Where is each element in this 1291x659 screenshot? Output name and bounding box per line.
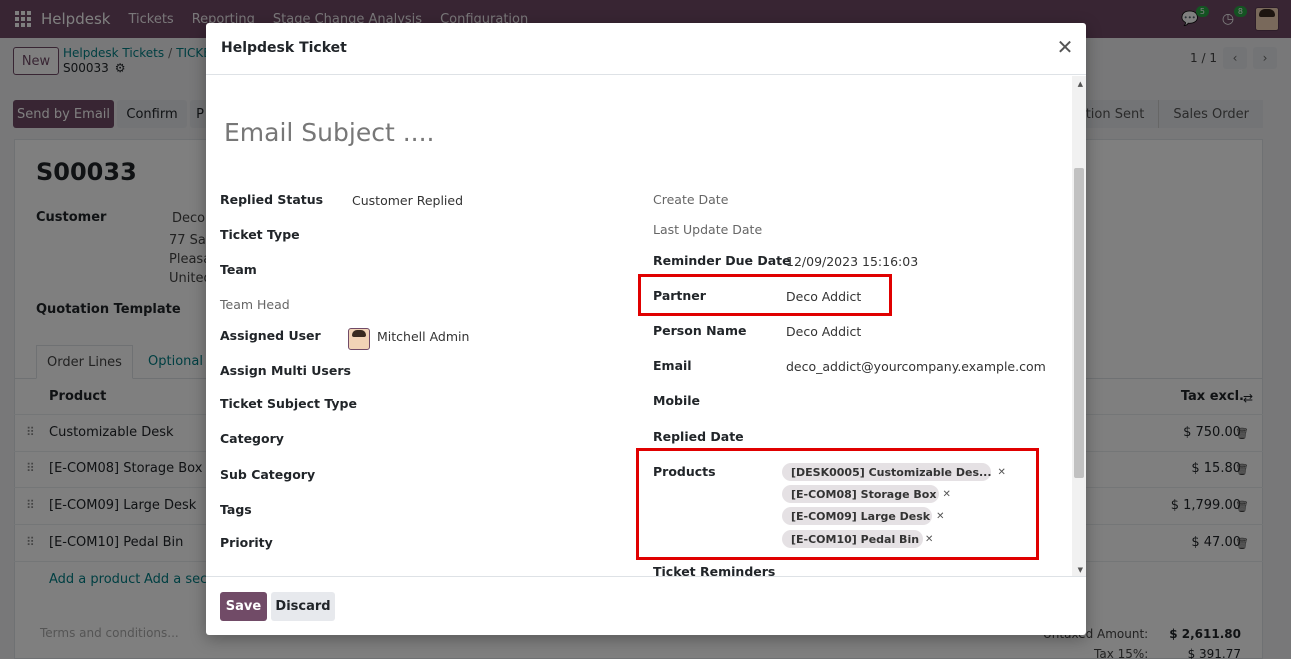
product-tag-label: [E-COM08] Storage Box (791, 487, 937, 501)
modal-title: Helpdesk Ticket (221, 40, 347, 56)
person-name-label: Person Name (653, 323, 747, 338)
remove-tag-icon[interactable]: ✕ (998, 467, 1006, 478)
remove-tag-icon[interactable]: ✕ (925, 534, 933, 545)
remove-tag-icon[interactable]: ✕ (942, 489, 950, 500)
products-label: Products (653, 464, 716, 479)
product-tag[interactable]: [DESK0005] Customizable Des... ✕ (782, 463, 1006, 481)
modal-footer: Save Discard (206, 576, 1086, 635)
product-tag-label: [E-COM09] Large Desk (791, 509, 931, 523)
product-tag-label: [E-COM10] Pedal Bin (791, 532, 920, 546)
product-tag[interactable]: [E-COM09] Large Desk ✕ (782, 507, 945, 525)
product-tag-label: [DESK0005] Customizable Des... (791, 465, 992, 479)
create-date-label: Create Date (653, 192, 729, 207)
modal-scrollbar[interactable]: ▲ ▼ (1072, 76, 1086, 576)
assigned-user-label: Assigned User (220, 328, 321, 343)
replied-status-value: Customer Replied (352, 193, 464, 208)
category-label: Category (220, 431, 284, 446)
replied-date-label: Replied Date (653, 429, 744, 444)
discard-button[interactable]: Discard (271, 592, 335, 621)
email-value[interactable]: deco_addict@yourcompany.example.com (786, 359, 1046, 374)
mobile-label: Mobile (653, 393, 701, 408)
assigned-user-value[interactable]: Mitchell Admin (377, 329, 469, 344)
assign-multi-users-label: Assign Multi Users (220, 363, 351, 378)
helpdesk-ticket-dialog: Helpdesk Ticket ✕ Email Subject .... Rep… (206, 23, 1086, 635)
partner-value[interactable]: Deco Addict (786, 289, 861, 304)
tags-label: Tags (220, 502, 252, 517)
team-head-label: Team Head (220, 297, 290, 312)
ticket-reminders-label: Ticket Reminders (653, 564, 776, 576)
email-label: Email (653, 358, 692, 373)
last-update-date-label: Last Update Date (653, 222, 763, 237)
remove-tag-icon[interactable]: ✕ (936, 511, 944, 522)
ticket-type-label: Ticket Type (220, 227, 300, 242)
replied-status-label: Replied Status (220, 192, 324, 207)
scroll-up-icon[interactable]: ▲ (1078, 80, 1083, 88)
close-icon[interactable]: ✕ (1056, 37, 1074, 57)
save-button[interactable]: Save (220, 592, 267, 621)
scrollbar-thumb[interactable] (1074, 168, 1084, 478)
ticket-subject-type-label: Ticket Subject Type (220, 396, 357, 411)
assigned-user-avatar-icon (348, 328, 370, 350)
priority-label: Priority (220, 535, 273, 550)
product-tag[interactable]: [E-COM08] Storage Box ✕ (782, 485, 951, 503)
product-tag[interactable]: [E-COM10] Pedal Bin ✕ (782, 530, 933, 548)
partner-label: Partner (653, 288, 706, 303)
sub-category-label: Sub Category (220, 467, 316, 482)
person-name-value[interactable]: Deco Addict (786, 324, 861, 339)
modal-body: Email Subject .... Replied Status Custom… (206, 76, 1072, 576)
email-subject-input[interactable]: Email Subject .... (224, 118, 435, 147)
reminder-due-date-value[interactable]: 12/09/2023 15:16:03 (786, 254, 918, 269)
scroll-down-icon[interactable]: ▼ (1078, 566, 1083, 574)
reminder-due-date-label: Reminder Due Date (653, 253, 791, 268)
modal-header: Helpdesk Ticket ✕ (206, 23, 1086, 75)
team-label: Team (220, 262, 257, 277)
